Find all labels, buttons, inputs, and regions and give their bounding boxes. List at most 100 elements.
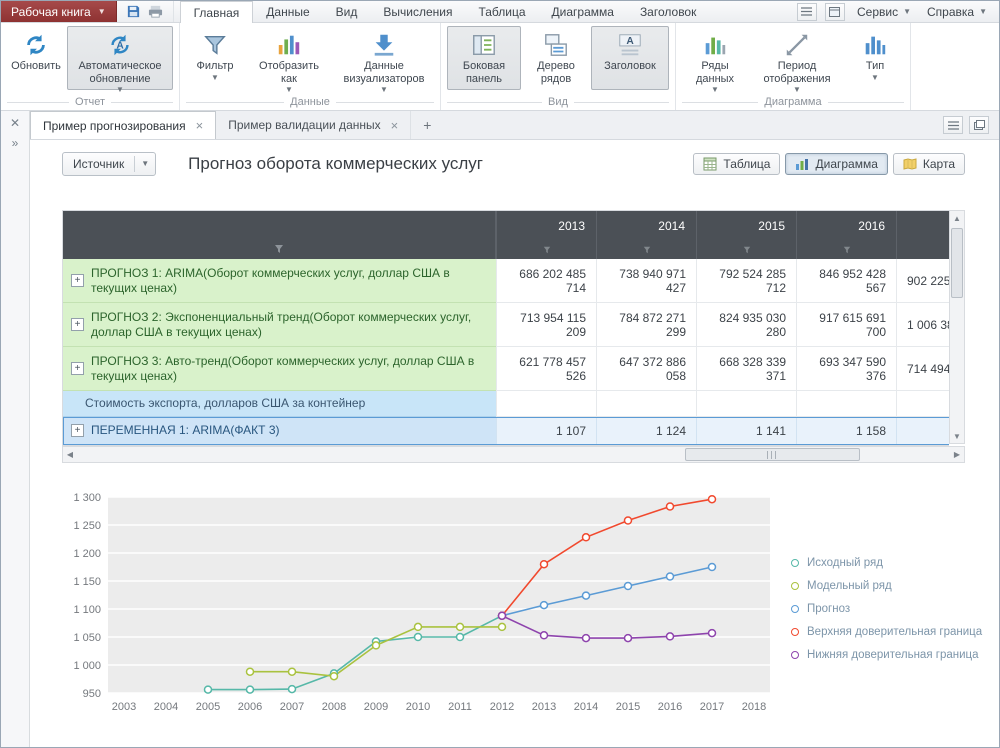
row-label-cell[interactable]: Стоимость экспорта, долларов США за конт…: [63, 391, 496, 417]
ribbon-tab-vychisleniya[interactable]: Вычисления: [370, 1, 465, 22]
scroll-down-icon[interactable]: ▼: [950, 429, 964, 443]
table-cell[interactable]: [696, 391, 796, 417]
table-cell[interactable]: 1 158: [796, 417, 896, 445]
side-panel-button[interactable]: Боковая панель: [447, 26, 521, 90]
table-row-forecast-1: + ПРОГНОЗ 1: ARIMA(Оборот коммерческих у…: [63, 259, 949, 303]
table-cell[interactable]: 784 872 271 299: [596, 303, 696, 347]
table-cell[interactable]: 686 202 485 714: [496, 259, 596, 303]
display-period-icon: [784, 32, 810, 58]
table-cell[interactable]: [896, 417, 949, 445]
table-cell[interactable]: 714 494: [896, 347, 949, 391]
collapsed-side-panel: ✕ »: [1, 111, 30, 747]
column-header-2015[interactable]: 2015: [696, 211, 796, 259]
table-cell[interactable]: 846 952 428 567: [796, 259, 896, 303]
ribbon-tab-diagramma[interactable]: Диаграмма: [539, 1, 627, 22]
table-cell[interactable]: 693 347 590 376: [796, 347, 896, 391]
table-cell[interactable]: 824 935 030 280: [696, 303, 796, 347]
chart-type-button[interactable]: Тип ▼: [846, 26, 904, 90]
scrollbar-thumb[interactable]: [685, 448, 861, 461]
display-period-button[interactable]: Период отображения ▼: [750, 26, 844, 90]
print-icon: [148, 4, 163, 19]
table-cell[interactable]: 647 372 886 058: [596, 347, 696, 391]
display-as-button[interactable]: Отобразить как ▼: [246, 26, 332, 90]
source-button[interactable]: Источник ▼: [62, 152, 156, 176]
vertical-scrollbar[interactable]: ▲ ▼: [949, 210, 965, 444]
table-header-label-cell[interactable]: [63, 211, 496, 259]
header-toggle-button[interactable]: A Заголовок: [591, 26, 669, 90]
line-chart: 9501 0001 0501 1001 1501 2001 2501 30020…: [62, 489, 777, 729]
row-label-cell[interactable]: + ПРОГНОЗ 2: Экспоненциальный тренд(Обор…: [63, 303, 496, 347]
table-cell[interactable]: 1 006 383: [896, 303, 949, 347]
print-button[interactable]: [147, 3, 165, 21]
tab-list-button[interactable]: [943, 116, 963, 134]
ribbon-tab-glavnaya[interactable]: Главная: [180, 1, 254, 23]
column-header-2013[interactable]: 2013: [496, 211, 596, 259]
window-layout-button[interactable]: [825, 3, 845, 21]
new-tab-button[interactable]: +: [411, 111, 443, 139]
table-cell[interactable]: [796, 391, 896, 417]
filter-funnel-icon[interactable]: [742, 246, 751, 254]
filter-button[interactable]: Фильтр ▼: [186, 26, 244, 90]
table-cell[interactable]: 902 225: [896, 259, 949, 303]
table-cell[interactable]: [596, 391, 696, 417]
filter-funnel-icon[interactable]: [842, 246, 851, 254]
horizontal-scrollbar[interactable]: ◀ ▶: [62, 446, 965, 463]
filter-funnel-icon[interactable]: [542, 246, 551, 254]
save-button[interactable]: [125, 3, 143, 21]
close-tab-icon[interactable]: ×: [391, 119, 399, 132]
table-cell[interactable]: 1 124: [596, 417, 696, 445]
map-view-button[interactable]: Карта: [893, 153, 965, 175]
chart-view-button[interactable]: Диаграмма: [785, 153, 887, 175]
visualizer-data-button[interactable]: Данные визуализаторов ▼: [334, 26, 434, 90]
scroll-right-icon[interactable]: ▶: [950, 448, 964, 462]
expand-panel-icon[interactable]: »: [12, 137, 19, 149]
chart-legend: Исходный ряд Модельный ряд Прогноз Верхн…: [791, 489, 991, 729]
table-cell[interactable]: 792 524 285 712: [696, 259, 796, 303]
table-cell[interactable]: 917 615 691 700: [796, 303, 896, 347]
expand-icon[interactable]: +: [71, 318, 84, 331]
table-cell[interactable]: [496, 391, 596, 417]
table-cell[interactable]: 1 107: [496, 417, 596, 445]
workbook-menu-button[interactable]: Рабочая книга ▼: [1, 1, 117, 22]
ribbon-tab-tablica[interactable]: Таблица: [465, 1, 538, 22]
filter-funnel-icon[interactable]: [274, 244, 285, 254]
table-cell[interactable]: 621 778 457 526: [496, 347, 596, 391]
series-tree-button[interactable]: Дерево рядов: [523, 26, 589, 90]
row-label-cell[interactable]: + ПРОГНОЗ 1: ARIMA(Оборот коммерческих у…: [63, 259, 496, 303]
help-menu[interactable]: Справка ▼: [923, 5, 991, 19]
column-header-2016[interactable]: 2016: [796, 211, 896, 259]
scrollbar-thumb[interactable]: [951, 228, 963, 298]
column-header-2014[interactable]: 2014: [596, 211, 696, 259]
service-menu[interactable]: Сервис ▼: [853, 5, 915, 19]
expand-icon[interactable]: +: [71, 362, 84, 375]
table-cell[interactable]: 738 940 971 427: [596, 259, 696, 303]
close-tab-icon[interactable]: ×: [196, 119, 204, 132]
expand-icon[interactable]: +: [71, 424, 84, 437]
doc-tab-forecast-example[interactable]: Пример прогнозирования ×: [30, 111, 216, 139]
titlebar-right: Сервис ▼ Справка ▼: [797, 1, 999, 22]
chart-view-icon: [795, 157, 809, 171]
table-cell[interactable]: [896, 391, 949, 417]
ribbon-tab-dannye[interactable]: Данные: [253, 1, 322, 22]
data-series-button[interactable]: Ряды данных ▼: [682, 26, 748, 90]
expand-icon[interactable]: +: [71, 274, 84, 287]
filter-funnel-icon[interactable]: [642, 246, 651, 254]
row-label-cell[interactable]: + ПЕРЕМЕННАЯ 1: ARIMA(ФАКТ 3): [63, 417, 496, 445]
doc-tab-validation-example[interactable]: Пример валидации данных ×: [216, 111, 411, 139]
auto-refresh-button[interactable]: A Автоматическое обновление ▼: [67, 26, 173, 90]
table-cell[interactable]: 668 328 339 371: [696, 347, 796, 391]
table-view-button[interactable]: Таблица: [693, 153, 780, 175]
scroll-up-icon[interactable]: ▲: [950, 211, 964, 225]
dropdown-caret-icon: ▼: [903, 8, 911, 16]
ribbon-tab-zagolovok[interactable]: Заголовок: [627, 1, 709, 22]
tab-layers-button[interactable]: [969, 116, 989, 134]
table-cell[interactable]: 713 954 115 209: [496, 303, 596, 347]
ribbon-tab-vid[interactable]: Вид: [323, 1, 371, 22]
row-label-cell[interactable]: + ПРОГНОЗ 3: Авто-тренд(Оборот коммерчес…: [63, 347, 496, 391]
column-header-2017[interactable]: 2017: [896, 211, 949, 259]
table-cell[interactable]: 1 141: [696, 417, 796, 445]
layout-list-button[interactable]: [797, 3, 817, 21]
close-panel-icon[interactable]: ✕: [10, 117, 20, 129]
refresh-button[interactable]: Обновить: [7, 26, 65, 90]
scroll-left-icon[interactable]: ◀: [63, 448, 77, 462]
